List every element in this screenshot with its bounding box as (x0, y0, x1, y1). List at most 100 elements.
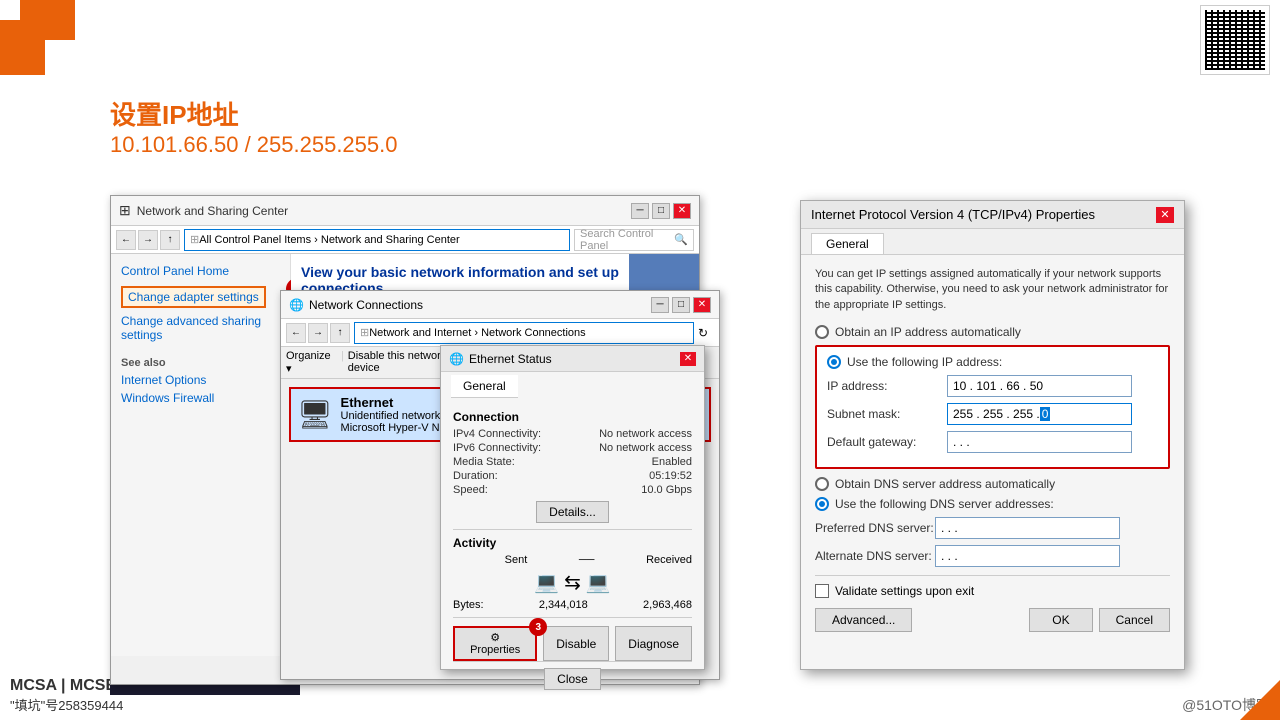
ip-validate-row[interactable]: Validate settings upon exit (815, 584, 1170, 598)
es-general-tab[interactable]: General (451, 375, 518, 398)
ip-preferred-dns-input[interactable]: . . . (935, 517, 1120, 539)
es-close-btn[interactable]: ✕ (680, 352, 696, 366)
ip-address-label: IP address: (827, 379, 947, 393)
es-divider2 (453, 617, 692, 618)
ip-auto-radio[interactable] (815, 325, 829, 339)
es-media-row: Media State: Enabled (453, 456, 692, 468)
es-duration-value: 05:19:52 (649, 470, 692, 482)
nsc-search-box[interactable]: Search Control Panel 🔍 (574, 229, 694, 251)
ip-fields-box: Use the following IP address: IP address… (815, 345, 1170, 469)
ip-ok-btn[interactable]: OK (1029, 608, 1092, 632)
ethernet-name: Ethernet (341, 395, 455, 410)
logo-shape (0, 0, 90, 75)
control-panel-home-link[interactable]: Control Panel Home (121, 264, 280, 278)
nsc-forward-btn[interactable]: → (138, 230, 158, 250)
ip-subnet-highlight: 0 (1040, 407, 1051, 421)
windows-firewall-link[interactable]: Windows Firewall (121, 391, 280, 405)
es-ipv4-value: No network access (599, 428, 692, 440)
ip-manual-radio-row[interactable]: Use the following IP address: (827, 355, 1158, 369)
internet-options-link[interactable]: Internet Options (121, 373, 280, 387)
qr-code (1200, 5, 1270, 75)
es-ipv6-label: IPv6 Connectivity: (453, 442, 541, 454)
ip-manual-dns-row[interactable]: Use the following DNS server addresses: (815, 497, 1170, 511)
nc-forward-btn[interactable]: → (308, 323, 328, 343)
es-recv-label: Received (646, 554, 692, 566)
ip-close-btn[interactable]: ✕ (1156, 207, 1174, 223)
es-titlebar: 🌐 Ethernet Status ✕ (441, 346, 704, 372)
ip-cancel-btn[interactable]: Cancel (1099, 608, 1170, 632)
ip-subnet-row: Subnet mask: 255 . 255 . 255 . 0 (827, 403, 1158, 425)
ip-auto-radio-row[interactable]: Obtain an IP address automatically (815, 325, 1170, 339)
nc-back-btn[interactable]: ← (286, 323, 306, 343)
es-disable-btn[interactable]: Disable (543, 626, 609, 661)
es-divider (453, 529, 692, 530)
es-media-value: Enabled (652, 456, 692, 468)
nc-refresh-btn[interactable]: ↻ (698, 326, 714, 340)
ip-tab-bar: General (801, 229, 1184, 255)
ip-subnet-input[interactable]: 255 . 255 . 255 . 0 (947, 403, 1132, 425)
nc-up-btn[interactable]: ↑ (330, 323, 350, 343)
nsc-minimize-btn[interactable]: ─ (631, 203, 649, 219)
change-sharing-link[interactable]: Change advanced sharing settings (121, 314, 280, 342)
ip-auto-dns-radio[interactable] (815, 477, 829, 491)
nsc-address-path[interactable]: ⊞ All Control Panel Items › Network and … (184, 229, 570, 251)
ethernet-status: Unidentified network (341, 410, 455, 422)
nc-win-controls[interactable]: ─ □ ✕ (651, 297, 711, 313)
nc-address-path[interactable]: ⊞ Network and Internet › Network Connect… (354, 322, 694, 344)
title-section: 设置IP地址 10.101.66.50 / 255.255.255.0 (110, 95, 397, 158)
nc-minimize-btn[interactable]: ─ (651, 297, 669, 313)
es-window-close-btn[interactable]: Close (544, 668, 601, 690)
ip-validate-checkbox[interactable] (815, 584, 829, 598)
nsc-up-btn[interactable]: ↑ (160, 230, 180, 250)
es-properties-icon: ⚙ (490, 632, 500, 644)
ip-gateway-input[interactable]: . . . (947, 431, 1132, 453)
nc-maximize-btn[interactable]: □ (672, 297, 690, 313)
nc-titlebar: 🌐 Network Connections ─ □ ✕ (281, 291, 719, 319)
ip-address-input[interactable]: 10 . 101 . 66 . 50 (947, 375, 1132, 397)
ip-advanced-btn[interactable]: Advanced... (815, 608, 912, 632)
ip-window: Internet Protocol Version 4 (TCP/IPv4) P… (800, 200, 1185, 670)
main-title: 设置IP地址 (110, 95, 397, 132)
es-ipv4-label: IPv4 Connectivity: (453, 428, 541, 440)
ip-manual-dns-radio[interactable] (815, 497, 829, 511)
nsc-window-icon: ⊞ (119, 202, 131, 219)
ethernet-driver: Microsoft Hyper-V Ne... (341, 422, 455, 434)
change-adapter-settings-link[interactable]: Change adapter settings (121, 286, 266, 308)
ip-manual-radio[interactable] (827, 355, 841, 369)
nsc-nav-buttons[interactable]: ← → ↑ (116, 230, 180, 250)
nc-window-icon: 🌐 (289, 298, 304, 312)
ip-general-tab[interactable]: General (811, 233, 884, 254)
es-diagnose-btn[interactable]: Diagnose (615, 626, 692, 661)
ip-address-row: IP address: 10 . 101 . 66 . 50 (827, 375, 1158, 397)
es-arrows: ⇆ (564, 570, 581, 595)
es-computer-right: 💻 (586, 570, 611, 595)
ip-alternate-dns-input[interactable]: . . . (935, 545, 1120, 567)
nc-close-btn[interactable]: ✕ (693, 297, 711, 313)
es-dash1: ── (579, 554, 595, 566)
nc-window-title: Network Connections (309, 298, 423, 312)
qr-inner (1205, 10, 1265, 70)
nsc-maximize-btn[interactable]: □ (652, 203, 670, 219)
es-window: 🌐 Ethernet Status ✕ General Connection I… (440, 345, 705, 670)
ip-validate-label: Validate settings upon exit (835, 584, 974, 598)
ip-auto-dns-row[interactable]: Obtain DNS server address automatically (815, 477, 1170, 491)
sub-title: 10.101.66.50 / 255.255.255.0 (110, 132, 397, 158)
ip-preferred-dns-label: Preferred DNS server: (815, 521, 935, 535)
es-details-btn[interactable]: Details... (536, 501, 609, 523)
nsc-addressbar: ← → ↑ ⊞ All Control Panel Items › Networ… (111, 226, 699, 254)
ip-footer: Advanced... OK Cancel (815, 608, 1170, 632)
es-speed-value: 10.0 Gbps (641, 484, 692, 496)
nc-nav-buttons[interactable]: ← → ↑ (286, 323, 350, 343)
nsc-back-btn[interactable]: ← (116, 230, 136, 250)
ip-ok-cancel: OK Cancel (1029, 608, 1170, 632)
nsc-close-btn[interactable]: ✕ (673, 203, 691, 219)
es-connection-title: Connection (453, 410, 692, 424)
es-speed-row: Speed: 10.0 Gbps (453, 484, 692, 496)
es-properties-btn[interactable]: ⚙ Properties (453, 626, 537, 661)
nsc-window-title: Network and Sharing Center (137, 204, 288, 218)
ip-manual-radio-label: Use the following IP address: (847, 355, 1002, 369)
es-speed-label: Speed: (453, 484, 488, 496)
nc-organize-btn[interactable]: Organize ▾ (286, 350, 337, 375)
nsc-win-controls[interactable]: ─ □ ✕ (631, 203, 691, 219)
ip-gateway-label: Default gateway: (827, 435, 947, 449)
